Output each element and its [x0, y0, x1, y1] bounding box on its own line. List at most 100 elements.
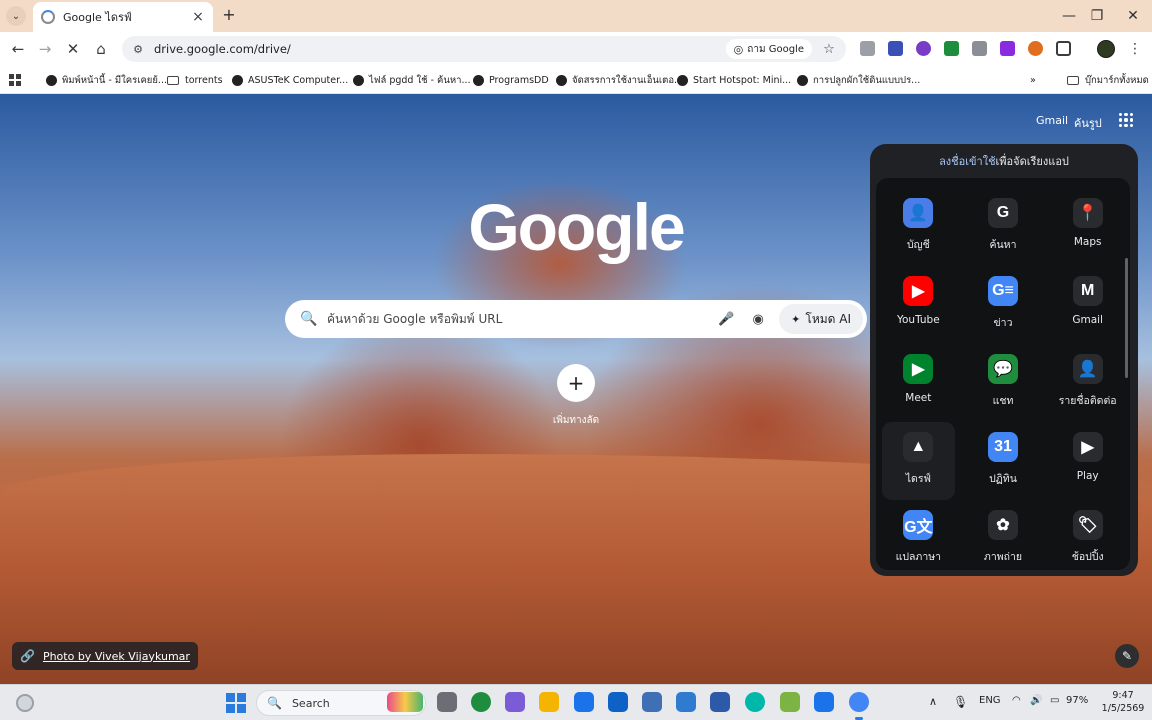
- chrome-active-icon[interactable]: [849, 692, 869, 720]
- ai-mode-button[interactable]: ✦ โหมด AI: [779, 304, 863, 334]
- widget-flowers-icon[interactable]: [387, 692, 423, 712]
- app-label: ไดรฟ์: [905, 473, 931, 485]
- bookmarks-overflow-icon[interactable]: »: [1030, 72, 1036, 88]
- bookmark-item[interactable]: จัดสรรการใช้งานเอ็นเตอ...: [556, 72, 683, 88]
- signin-link[interactable]: ลงชื่อเข้าใช้: [939, 155, 995, 168]
- app-icon[interactable]: [642, 692, 662, 712]
- app-tile-gmail[interactable]: M Gmail: [1051, 266, 1124, 344]
- app-tile-chat[interactable]: 💬 แชท: [967, 344, 1040, 422]
- app-icon[interactable]: [780, 692, 800, 712]
- gmail-link[interactable]: Gmail: [1036, 114, 1068, 127]
- google-lens-icon[interactable]: ◉: [747, 312, 769, 327]
- microphone-tray-icon[interactable]: 🎙: [953, 695, 968, 709]
- app-tile-calendar[interactable]: 31 ปฏิทิน: [967, 422, 1040, 500]
- new-tab-button[interactable]: +: [220, 6, 238, 24]
- address-bar[interactable]: ⚙ drive.google.com/drive/ ◎ ถาม Google ☆: [122, 36, 846, 62]
- app-tile-shopping[interactable]: 🏷 ช้อปปิ้ง: [1051, 500, 1124, 570]
- search-input[interactable]: [327, 312, 716, 326]
- app-tile-drive[interactable]: ▲ ไดรฟ์: [882, 422, 955, 500]
- url-text[interactable]: drive.google.com/drive/: [154, 42, 726, 56]
- app-tile-meet[interactable]: ▶ Meet: [882, 344, 955, 422]
- app-tile-maps[interactable]: 📍 Maps: [1051, 188, 1124, 266]
- photos-icon: ✿: [987, 510, 1018, 540]
- bookmark-folder-torrents[interactable]: torrents: [167, 72, 223, 88]
- add-shortcut-button[interactable]: +: [557, 364, 595, 402]
- apps-shortcut-icon[interactable]: [9, 74, 21, 86]
- close-window-button[interactable]: ✕: [1118, 6, 1148, 26]
- images-link[interactable]: ค้นรูป: [1074, 114, 1102, 132]
- forward-icon[interactable]: →: [36, 40, 54, 58]
- bookmark-star-icon[interactable]: ☆: [820, 42, 838, 57]
- app-icon[interactable]: [676, 692, 696, 712]
- tab-strip: ⌄ Google ไดรฟ์ × + — ❐ ✕: [0, 0, 1152, 32]
- maximize-button[interactable]: ❐: [1082, 6, 1112, 26]
- app-tile-play[interactable]: ▶ Play: [1051, 422, 1124, 500]
- meet-icon: ▶: [903, 354, 934, 384]
- battery-icon[interactable]: ▭: [1050, 695, 1059, 706]
- home-icon[interactable]: ⌂: [92, 40, 110, 58]
- bookmark-item[interactable]: การปลูกผักใช้ดินแบบปร...: [797, 72, 920, 88]
- app-tile-account[interactable]: 👤 บัญชี: [882, 188, 955, 266]
- site-icon: [46, 74, 57, 86]
- bookmark-item[interactable]: ไฟล์ pgdd ใช้ - ค้นหา...: [353, 72, 471, 88]
- apps-scrollbar[interactable]: [1125, 258, 1128, 378]
- camera-extension-icon[interactable]: [972, 41, 987, 56]
- minimize-button[interactable]: —: [1054, 6, 1084, 26]
- site-info-icon[interactable]: ⚙: [130, 43, 146, 56]
- bookmark-item[interactable]: Start Hotspot: Mini...: [677, 72, 791, 88]
- wifi-icon[interactable]: ◠: [1012, 695, 1021, 706]
- app-label: บัญชี: [906, 239, 930, 251]
- edge-icon[interactable]: [574, 692, 594, 712]
- menu-kebab-icon[interactable]: ⋮: [1128, 40, 1142, 58]
- stop-icon[interactable]: ✕: [64, 40, 82, 58]
- back-icon[interactable]: ←: [9, 40, 27, 58]
- notepad-icon[interactable]: [814, 692, 834, 712]
- file-explorer-icon[interactable]: [539, 692, 559, 712]
- microphone-icon[interactable]: 🎤: [715, 312, 737, 327]
- chrome-taskbar-icon[interactable]: [471, 692, 491, 712]
- tab-google-drive[interactable]: Google ไดรฟ์ ×: [33, 2, 213, 32]
- extension-icon-4[interactable]: [944, 41, 959, 56]
- app-tile-youtube[interactable]: ▶ YouTube: [882, 266, 955, 344]
- bookmark-item[interactable]: พิมพ์หน้านี้ - มีใครเคยย้...: [46, 72, 167, 88]
- bookmark-item[interactable]: ASUSTeK Computer...: [232, 72, 348, 88]
- extensions-puzzle-icon[interactable]: [1056, 41, 1071, 56]
- canva-icon[interactable]: [745, 692, 765, 712]
- profile-avatar[interactable]: [1097, 40, 1115, 58]
- copilot-icon[interactable]: [505, 692, 525, 712]
- google-apps-icon[interactable]: [1119, 113, 1133, 127]
- volume-icon[interactable]: 🔊: [1030, 695, 1042, 706]
- app-tile-photos[interactable]: ✿ ภาพถ่าย: [967, 500, 1040, 570]
- taskbar-clock[interactable]: 9:47 1/5/2569: [1098, 689, 1148, 715]
- task-view-icon[interactable]: [437, 692, 457, 712]
- tab-close-icon[interactable]: ×: [191, 9, 205, 25]
- outlook-icon[interactable]: [608, 692, 628, 712]
- tab-search-button[interactable]: ⌄: [6, 6, 26, 26]
- app-label: ภาพถ่าย: [983, 551, 1023, 563]
- customize-pencil-icon[interactable]: ✎: [1115, 644, 1139, 668]
- download-extension-icon[interactable]: [1000, 41, 1015, 56]
- all-bookmarks-folder[interactable]: บุ๊กมาร์กทั้งหมด: [1067, 72, 1149, 88]
- extension-icon-3[interactable]: [916, 41, 931, 56]
- search-box[interactable]: 🔍 🎤 ◉ ✦ โหมด AI: [285, 300, 867, 338]
- extension-icon-7[interactable]: [1028, 41, 1043, 56]
- remote-desktop-icon[interactable]: [710, 692, 730, 712]
- account-icon: 👤: [903, 198, 934, 228]
- site-icon: [677, 74, 688, 86]
- browser-toolbar: ← → ✕ ⌂ ⚙ drive.google.com/drive/ ◎ ถาม …: [0, 32, 1152, 66]
- tray-overflow-icon[interactable]: ∧: [929, 695, 937, 708]
- windows-start-icon[interactable]: [226, 693, 246, 713]
- apps-signin-prompt: ลงชื่อเข้าใช้เพื่อจัดเรียงแอป: [876, 144, 1132, 180]
- extension-icon-1[interactable]: [860, 41, 875, 56]
- app-tile-news[interactable]: G≡ ข่าว: [967, 266, 1040, 344]
- extension-icon-2[interactable]: [888, 41, 903, 56]
- bookmark-item[interactable]: ProgramsDD: [473, 72, 549, 88]
- photo-credit-link[interactable]: 🔗 Photo by Vivek Vijaykumar: [12, 642, 198, 670]
- app-grid: 👤 บัญชี G ค้นหา 📍 Maps ▶ YouTube G≡ ข่าว M Gmail ▶ Me…: [876, 178, 1130, 570]
- app-tile-translate[interactable]: G文 แปลภาษา: [882, 500, 955, 570]
- app-tile-google-search[interactable]: G ค้นหา: [967, 188, 1040, 266]
- weather-widget-icon[interactable]: [16, 694, 34, 712]
- language-indicator[interactable]: ENG: [979, 695, 1001, 706]
- app-tile-contacts[interactable]: 👤 รายชื่อติดต่อ: [1051, 344, 1124, 422]
- ask-google-chip[interactable]: ◎ ถาม Google: [725, 39, 812, 59]
